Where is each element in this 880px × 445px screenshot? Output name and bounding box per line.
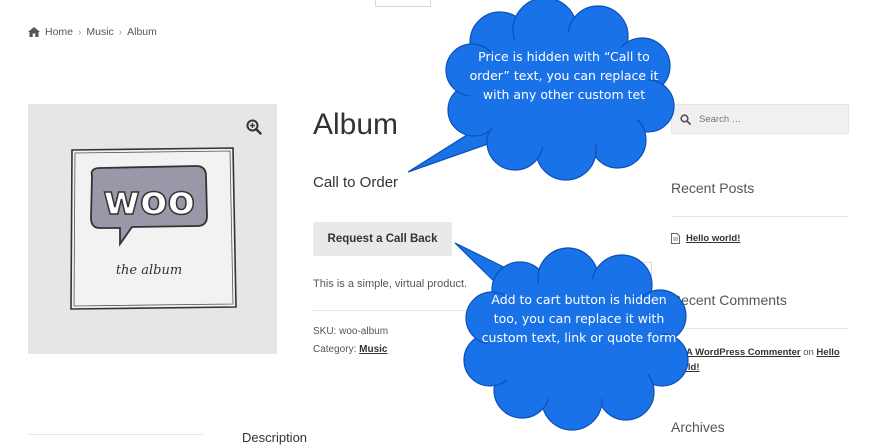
annotation-callouts: [407, 0, 689, 431]
callout-button-text: Add to cart button is hidden too, you ca…: [481, 292, 677, 345]
callout-price-text: Price is hidden with “Call to order” tex…: [469, 49, 659, 102]
